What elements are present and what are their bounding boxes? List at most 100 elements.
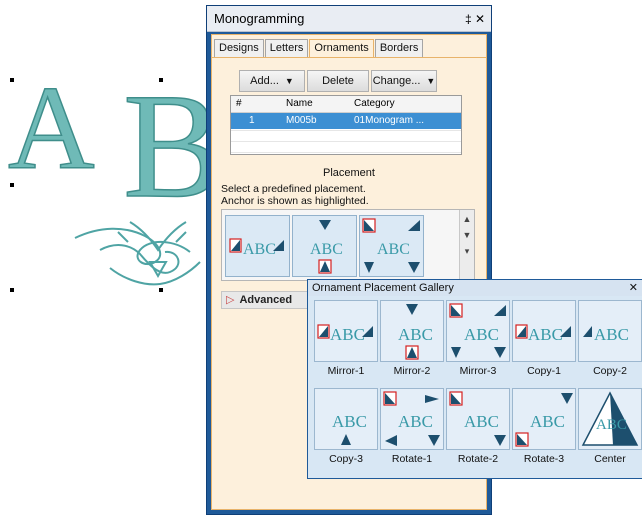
gallery-item-rotate-3[interactable]: ABC Rotate-3 [512,388,580,468]
copy-2-icon: ABC [583,325,629,344]
svg-text:ABC: ABC [398,325,433,344]
tab-strip: Designs Letters Ornaments Borders [214,39,424,57]
svg-text:ABC: ABC [464,412,499,431]
svg-text:ABC: ABC [398,412,433,431]
copy-1-icon: ABC [515,324,571,344]
gallery-item-mirror-2[interactable]: ABC Mirror-2 [380,300,448,380]
rotate-1-icon: ABC [383,391,440,446]
column-header-number[interactable]: # [236,96,242,112]
ornament-swirl [74,221,201,286]
placement-hint: Select a predefined placement. Anchor is… [221,183,369,207]
mirror-2-icon: ABC [398,304,433,360]
gallery-item-label: Rotate-3 [523,453,565,465]
table-row[interactable]: 1 M005b 01Monogram ... [231,113,461,129]
selection-handle[interactable] [10,288,14,292]
gallery-tile: ABC [314,300,378,362]
hint-line: Anchor is shown as highlighted. [221,195,369,207]
row-category: 01Monogram ... [354,115,425,126]
gallery-item-copy-3[interactable]: ABC Copy-3 [314,388,382,468]
svg-text:ABC: ABC [530,412,565,431]
column-header-category[interactable]: Category [354,96,395,112]
svg-text:ABC: ABC [464,325,499,344]
gallery-item-label: Center [594,453,626,465]
rotate-3-icon: ABC [515,393,573,447]
gallery-tile: ABC [578,388,642,450]
svg-text:ABC: ABC [310,241,343,258]
advanced-label: Advanced [239,294,293,306]
row-name: M005b [286,115,317,126]
placement-option-mirror-3[interactable]: ABC [359,215,424,277]
gallery-item-label: Copy-2 [593,365,627,377]
selection-handle[interactable] [10,183,14,187]
monogram-letter-a: A [8,61,95,194]
gallery-item-rotate-1[interactable]: ABC Rotate-1 [380,388,448,468]
change-label: Change... [372,75,421,87]
center-icon: ABC [581,391,639,446]
scroll-down-icon[interactable]: ▼ [460,230,474,240]
gallery-item-label: Rotate-1 [391,453,433,465]
panel-titlebar[interactable]: Monogramming ‡ ✕ [207,6,491,32]
tab-borders[interactable]: Borders [374,39,424,57]
gallery-item-copy-2[interactable]: ABC Copy-2 [578,300,642,380]
placement-option-mirror-1[interactable]: ABC [225,215,290,277]
add-button[interactable]: Add... ▼ [239,70,305,92]
gallery-item-center[interactable]: ABC Center [578,388,642,468]
change-button[interactable]: Change... ▼ [371,70,437,92]
rotate-2-icon: ABC [449,391,506,446]
selection-handle[interactable] [10,78,14,82]
gallery-tile: ABC [314,388,378,450]
mirror-1-preview-icon: ABC [229,238,284,258]
svg-text:ABC: ABC [332,412,367,431]
gallery-item-label: Copy-3 [329,453,363,465]
svg-text:ABC: ABC [243,241,276,258]
gallery-titlebar[interactable]: Ornament Placement Gallery ✕ [308,280,642,296]
ornament-table: # Name Category 1 M005b 01Monogram ... [230,95,462,155]
selection-handle[interactable] [159,288,163,292]
table-header: # Name Category [231,96,461,113]
gallery-item-label: Rotate-2 [457,453,499,465]
gallery-item-mirror-1[interactable]: ABC Mirror-1 [314,300,382,380]
delete-label: Delete [322,75,354,87]
pin-close-icon[interactable]: ‡ ✕ [465,6,485,32]
placement-option-mirror-2[interactable]: ABC [292,215,357,277]
svg-text:ABC: ABC [377,241,410,258]
panel-title: Monogramming [214,11,305,26]
gallery-tile: ABC [512,388,576,450]
placement-selector: ABC ABC ABC ▲ ▼ ▾ [221,209,475,281]
tab-ornaments[interactable]: Ornaments [309,39,374,57]
gallery-item-copy-1[interactable]: ABC Copy-1 [512,300,580,380]
gallery-item-label: Mirror-2 [393,365,431,377]
hint-line: Select a predefined placement. [221,183,366,195]
gallery-tile: ABC [578,300,642,362]
column-header-name[interactable]: Name [286,96,313,112]
selection-handle[interactable] [159,78,163,82]
gallery-title: Ornament Placement Gallery [312,282,454,294]
gallery-tile: ABC [380,388,444,450]
delete-button[interactable]: Delete [307,70,369,92]
placement-heading: Placement [323,167,375,179]
ornament-placement-gallery: Ornament Placement Gallery ✕ ABC Mirror-… [307,279,642,479]
gallery-body: ABC Mirror-1 ABC Mirror-2 ABC Mirror-3 A… [308,296,642,478]
gallery-item-label: Mirror-3 [459,365,497,377]
gallery-item-rotate-2[interactable]: ABC Rotate-2 [446,388,514,468]
mirror-3-icon: ABC [449,303,506,358]
tab-letters[interactable]: Letters [264,39,309,57]
tab-designs[interactable]: Designs [214,39,264,57]
mirror-2-preview-icon: ABC [310,220,343,274]
add-label: Add... [250,75,279,87]
placement-scrollbar[interactable]: ▲ ▼ ▾ [459,210,474,280]
gallery-item-mirror-3[interactable]: ABC Mirror-3 [446,300,514,380]
gallery-item-label: Copy-1 [527,365,561,377]
gallery-tile: ABC [380,300,444,362]
scroll-up-icon[interactable]: ▲ [460,214,474,224]
svg-text:ABC: ABC [594,325,629,344]
tab-divider [212,57,486,58]
screen: A B Monogramming ‡ ✕ Designs Letters Orn… [0,0,642,519]
scroll-more-icon[interactable]: ▾ [460,246,474,257]
close-icon[interactable]: ✕ [629,280,638,296]
gallery-tile: ABC [446,300,510,362]
svg-text:ABC: ABC [330,325,365,344]
expand-triangle-icon: ▷ [226,294,235,306]
dropdown-arrow-icon: ▼ [284,76,294,86]
empty-rows [231,130,461,154]
